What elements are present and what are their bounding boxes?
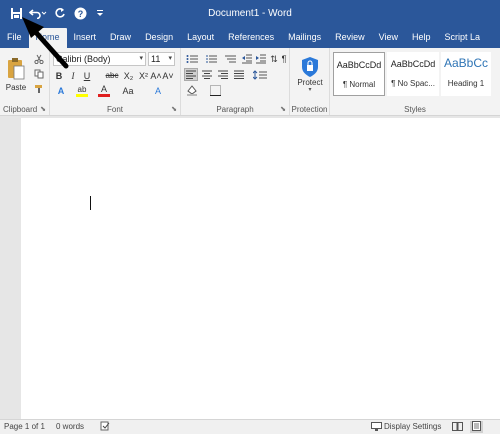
tab-review[interactable]: Review xyxy=(328,28,372,48)
paste-label: Paste xyxy=(5,82,27,92)
copy-icon[interactable] xyxy=(32,67,46,81)
ribbon: Paste Clipboard ⬊ Calibri (Body) ▾ 11 ▾ B … xyxy=(0,48,500,116)
sort-icon[interactable]: ⇅ xyxy=(269,53,279,65)
chevron-down-icon: ▾ xyxy=(308,86,312,93)
style-no-spacing[interactable]: AaBbCcDd ¶ No Spac... xyxy=(387,52,439,96)
underline-button[interactable]: U xyxy=(81,69,93,82)
bullets-icon[interactable] xyxy=(184,53,200,65)
font-size-dropdown[interactable]: 11 ▾ xyxy=(148,52,175,66)
show-marks-icon[interactable]: ¶ xyxy=(279,53,289,65)
ribbon-tabs: File Home Insert Draw Design Layout Refe… xyxy=(0,28,500,48)
font-name-dropdown[interactable]: Calibri (Body) ▾ xyxy=(53,52,146,66)
display-settings-label[interactable]: Display Settings xyxy=(384,422,441,431)
multilevel-list-icon[interactable] xyxy=(222,53,238,65)
subscript-button[interactable]: X₂ xyxy=(122,69,135,82)
display-settings-icon[interactable] xyxy=(371,422,382,433)
chevron-down-icon: ▾ xyxy=(139,55,143,62)
text-cursor xyxy=(90,196,91,210)
tab-layout[interactable]: Layout xyxy=(180,28,221,48)
tab-home[interactable]: Home xyxy=(28,28,67,48)
strikethrough-button[interactable]: abc xyxy=(104,69,120,82)
cut-icon[interactable] xyxy=(32,52,46,66)
borders-icon[interactable] xyxy=(207,84,223,97)
style-sample: AaBbCcDd xyxy=(390,59,436,69)
style-heading-1[interactable]: AaBbCc Heading 1 xyxy=(441,52,491,96)
align-right-icon[interactable] xyxy=(216,68,230,81)
shading-icon[interactable] xyxy=(184,84,200,97)
clipboard-launcher-icon[interactable]: ⬊ xyxy=(40,105,46,113)
style-name: ¶ Normal xyxy=(342,80,376,89)
highlight-button[interactable]: ab xyxy=(74,84,90,97)
shield-icon xyxy=(302,56,318,77)
tab-references[interactable]: References xyxy=(221,28,281,48)
read-mode-icon[interactable] xyxy=(452,422,463,433)
paragraph-group-label: Paragraph xyxy=(216,105,254,114)
font-size-value: 11 xyxy=(151,54,161,64)
protection-group-label: Protection xyxy=(291,105,328,114)
style-normal[interactable]: AaBbCcDd ¶ Normal xyxy=(333,52,385,96)
title-bar: ? Document1 - Word xyxy=(0,0,500,28)
style-sample: AaBbCc xyxy=(444,56,489,70)
highlight-label: ab xyxy=(77,84,87,94)
clipboard-group: Paste Clipboard ⬊ xyxy=(0,48,50,115)
style-sample: AaBbCcDd xyxy=(336,60,382,70)
font-color-swatch xyxy=(98,93,110,97)
proofing-icon[interactable] xyxy=(100,421,110,433)
tab-insert[interactable]: Insert xyxy=(67,28,104,48)
text-effects-button[interactable]: A xyxy=(53,84,69,97)
tab-help[interactable]: Help xyxy=(405,28,438,48)
styles-group: AaBbCcDd ¶ Normal AaBbCcDd ¶ No Spac... … xyxy=(330,48,500,115)
tab-design[interactable]: Design xyxy=(138,28,180,48)
font-launcher-icon[interactable]: ⬊ xyxy=(171,105,177,113)
grow-font-button[interactable]: A˄ xyxy=(150,69,162,82)
paste-icon xyxy=(8,57,25,79)
paste-button[interactable]: Paste xyxy=(4,52,28,96)
document-canvas xyxy=(0,117,500,419)
font-color-label: A xyxy=(100,83,107,94)
paragraph-group: ⇅ ¶ Paragraph ⬊ xyxy=(181,48,290,115)
word-count[interactable]: 0 words xyxy=(56,422,84,431)
align-center-icon[interactable] xyxy=(200,68,214,81)
tab-draw[interactable]: Draw xyxy=(103,28,138,48)
font-color-button[interactable]: A xyxy=(96,84,112,97)
font-group: Calibri (Body) ▾ 11 ▾ B I U abc X₂ X² A˄ A… xyxy=(50,48,181,115)
protection-group: Protect ▾ Protection xyxy=(290,48,330,115)
status-bar: Page 1 of 1 0 words Display Settings xyxy=(0,419,500,434)
tab-view[interactable]: View xyxy=(372,28,405,48)
style-name: Heading 1 xyxy=(447,79,485,88)
tab-script-lab[interactable]: Script La xyxy=(438,28,488,48)
protect-button[interactable]: Protect ▾ xyxy=(294,51,326,97)
decrease-indent-icon[interactable] xyxy=(241,53,253,65)
numbering-icon[interactable] xyxy=(203,53,219,65)
window-title: Document1 - Word xyxy=(208,8,292,19)
paragraph-launcher-icon[interactable]: ⬊ xyxy=(280,105,286,113)
font-name-value: Calibri (Body) xyxy=(56,54,111,64)
tab-mailings[interactable]: Mailings xyxy=(281,28,328,48)
shrink-font-button[interactable]: A˅ xyxy=(162,69,174,82)
font-group-label: Font xyxy=(106,105,123,114)
print-layout-icon[interactable] xyxy=(470,421,483,433)
format-painter-icon[interactable] xyxy=(32,82,46,96)
chevron-down-icon: ▾ xyxy=(168,55,172,62)
clear-formatting-label: A xyxy=(154,85,161,96)
text-effects-label: A xyxy=(57,85,65,96)
document-page[interactable] xyxy=(21,118,500,419)
page-count[interactable]: Page 1 of 1 xyxy=(4,422,45,431)
styles-group-label: Styles xyxy=(404,105,426,114)
clear-formatting-button[interactable]: A xyxy=(150,84,166,97)
increase-indent-icon[interactable] xyxy=(255,53,267,65)
protect-label: Protect xyxy=(297,77,323,87)
italic-button[interactable]: I xyxy=(67,69,79,82)
tab-file[interactable]: File xyxy=(0,28,29,48)
justify-icon[interactable] xyxy=(232,68,246,81)
align-left-icon[interactable] xyxy=(184,68,198,81)
line-spacing-icon[interactable] xyxy=(251,68,269,81)
bold-button[interactable]: B xyxy=(53,69,65,82)
style-name: ¶ No Spac... xyxy=(391,79,435,88)
highlight-color-swatch xyxy=(76,93,88,97)
change-case-button[interactable]: Aa xyxy=(120,84,136,97)
superscript-button[interactable]: X² xyxy=(137,69,150,82)
